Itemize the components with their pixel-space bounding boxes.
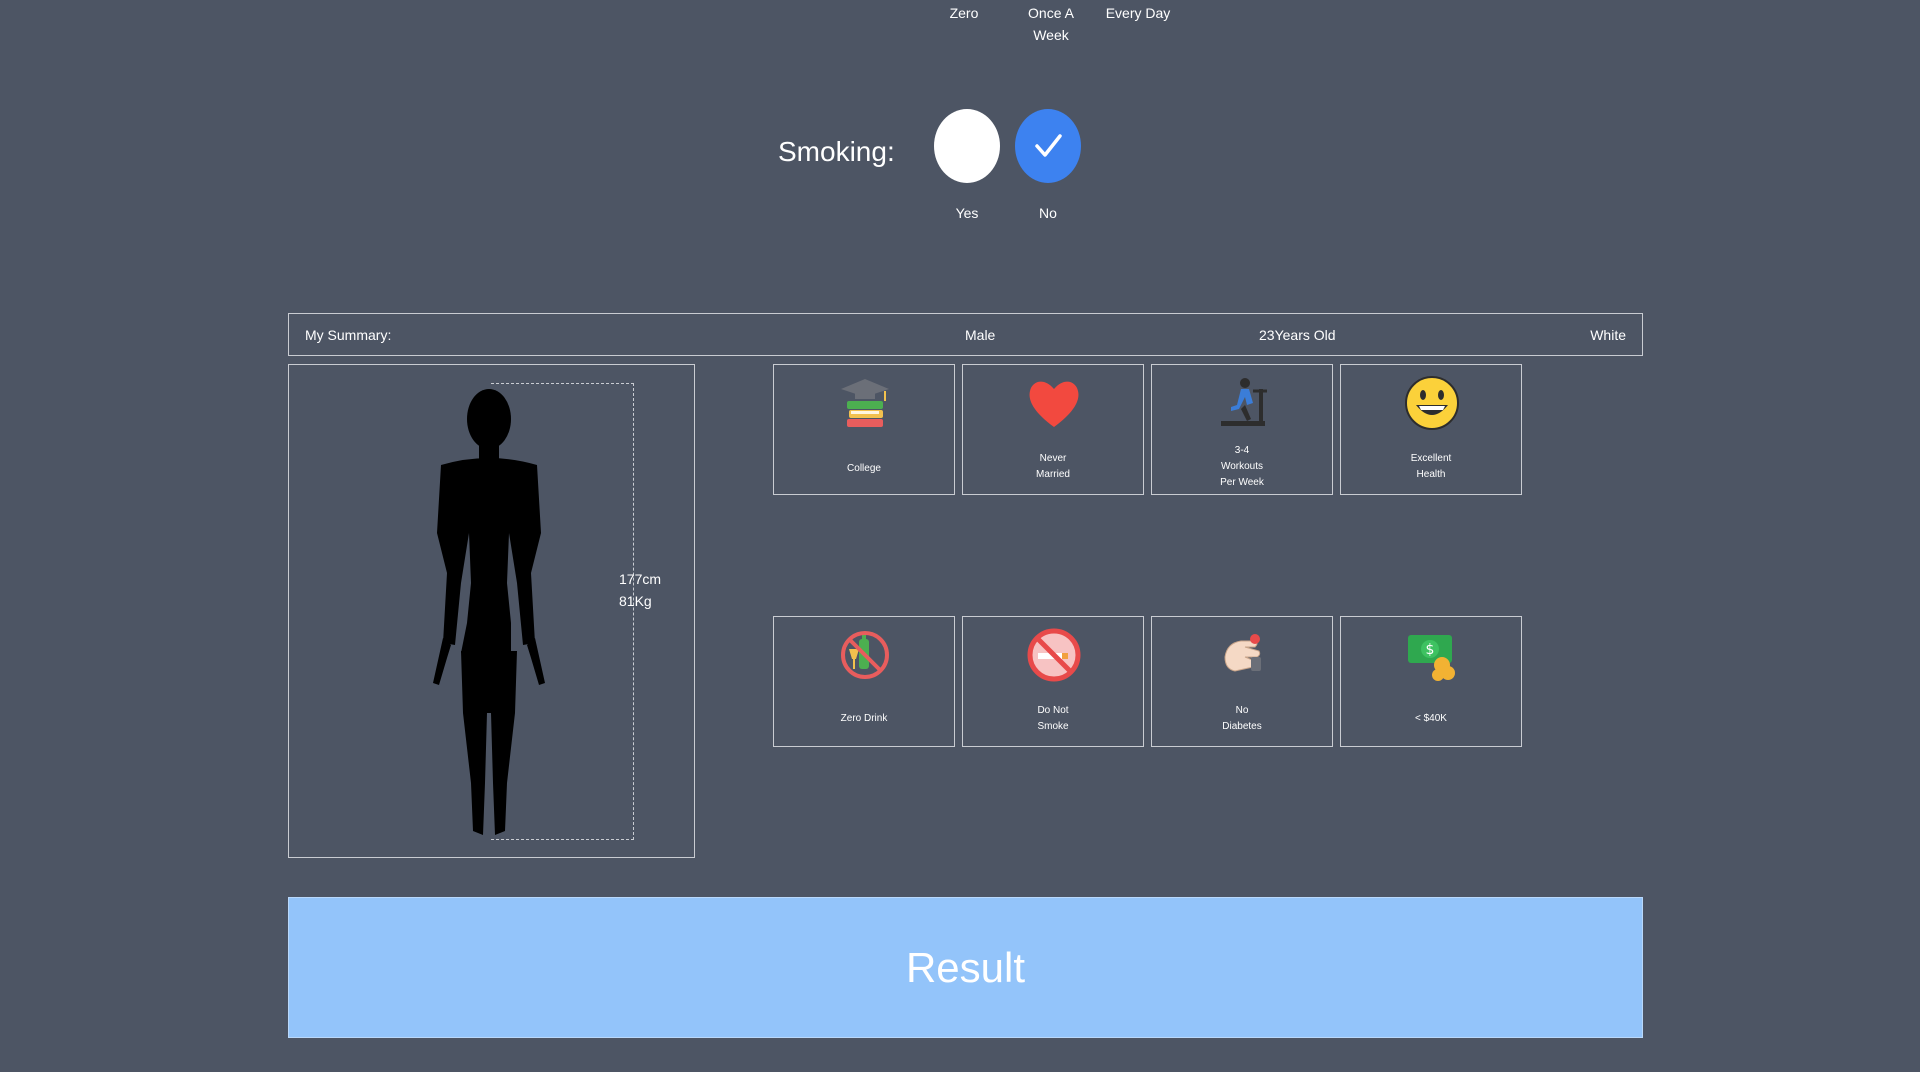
diabetes-test-icon: [1224, 634, 1261, 672]
card-alcohol-label: Zero Drink: [840, 713, 888, 724]
card-marital: Never Married: [962, 364, 1144, 495]
card-health: Excellent Health: [1340, 364, 1522, 495]
grinning-face-icon: [1405, 376, 1459, 430]
summary-race: White: [1590, 327, 1626, 343]
result-button[interactable]: Result: [288, 897, 1643, 1038]
card-exercise-label: 3-4 Workouts Per Week: [1220, 445, 1264, 488]
drink-option-zero-label[interactable]: Zero: [938, 2, 990, 24]
treadmill-runner-icon: [1221, 378, 1267, 426]
card-alcohol: Zero Drink: [773, 616, 955, 747]
money-icon: $: [1408, 635, 1455, 681]
card-diabetes-label: No Diabetes: [1222, 705, 1262, 732]
checkmark-icon: [1035, 134, 1062, 157]
graduation-books-icon: [841, 379, 889, 427]
no-alcohol-icon: [841, 631, 889, 679]
card-income-label: < $40K: [1415, 713, 1447, 724]
human-silhouette-icon: [433, 389, 545, 835]
svg-text:$: $: [1426, 642, 1435, 658]
drink-option-daily-label[interactable]: Every Day: [1103, 2, 1173, 24]
summary-bar: My Summary: Male 23Years Old White: [288, 313, 1643, 356]
card-marital-label: Never Married: [1036, 453, 1070, 480]
summary-age: 23Years Old: [1259, 327, 1336, 343]
card-income: $ < $40K: [1340, 616, 1522, 747]
card-exercise: 3-4 Workouts Per Week: [1151, 364, 1333, 495]
card-smoking-label: Do Not Smoke: [1037, 705, 1069, 732]
smoking-no-option[interactable]: [1015, 109, 1081, 183]
summary-sex: Male: [965, 327, 996, 343]
smoking-no-label: No: [1039, 205, 1057, 221]
summary-title: My Summary:: [305, 327, 392, 343]
height-value: 177cm: [619, 571, 662, 587]
smoking-label: Smoking:: [778, 136, 895, 167]
card-smoking: Do Not Smoke: [962, 616, 1144, 747]
card-education: College: [773, 364, 955, 495]
smoking-yes-label: Yes: [955, 205, 979, 221]
heart-icon: [1029, 381, 1079, 427]
no-smoking-icon: [1027, 628, 1081, 682]
page: Zero Once A Week Every Day Smoking: Yes …: [0, 0, 1920, 1072]
card-education-label: College: [847, 463, 881, 474]
card-diabetes: No Diabetes: [1151, 616, 1333, 747]
drink-option-weekly-label[interactable]: Once A Week: [1020, 2, 1082, 46]
smoking-yes-option[interactable]: [934, 109, 1000, 183]
card-health-label: Excellent Health: [1410, 453, 1452, 480]
body-panel: 177cm 81Kg: [288, 364, 695, 858]
weight-value: 81Kg: [619, 593, 652, 609]
